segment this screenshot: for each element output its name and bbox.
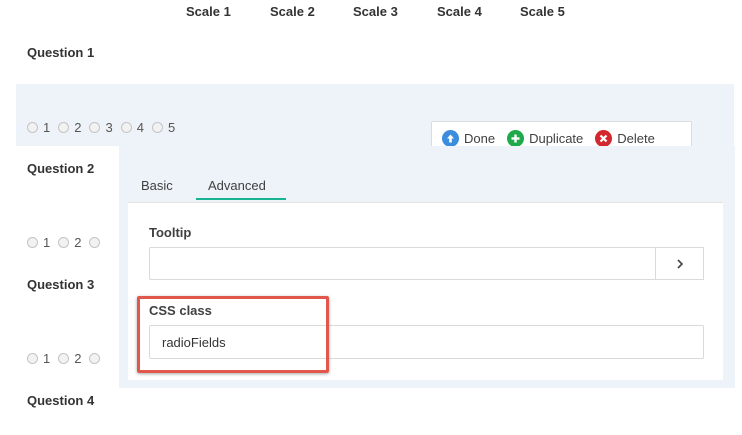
question-1-radio-group: 1 2 3 4 5 [27, 120, 183, 135]
radio-option[interactable]: 3 [89, 120, 116, 135]
radio-icon[interactable] [58, 353, 70, 364]
radio-icon[interactable] [58, 237, 70, 248]
radio-option[interactable]: 1 [27, 351, 54, 366]
radio-icon[interactable] [27, 122, 38, 133]
radio-icon[interactable] [89, 237, 101, 248]
question-3-radio-group: 1 2 [27, 351, 109, 366]
radio-option[interactable]: 2 [58, 120, 85, 135]
done-button[interactable]: Done [442, 130, 495, 147]
radio-option[interactable] [89, 353, 105, 364]
radio-icon[interactable] [27, 237, 38, 248]
radio-option[interactable]: 1 [27, 120, 54, 135]
radio-icon[interactable] [120, 122, 132, 133]
radio-icon[interactable] [89, 353, 101, 364]
radio-icon[interactable] [58, 122, 70, 133]
radio-option[interactable]: 5 [151, 120, 179, 135]
tooltip-input[interactable] [149, 247, 656, 280]
delete-label: Delete [617, 131, 655, 146]
done-label: Done [464, 131, 496, 146]
close-icon [595, 130, 613, 147]
delete-button[interactable]: Delete [595, 130, 655, 147]
radio-icon[interactable] [151, 122, 163, 133]
arrow-up-icon [442, 130, 459, 147]
question-1-label[interactable]: Question 1 [27, 45, 94, 60]
active-tab-indicator [196, 198, 286, 200]
duplicate-label: Duplicate [529, 131, 584, 146]
chevron-right-icon [676, 258, 683, 269]
radio-icon[interactable] [27, 353, 38, 364]
radio-option[interactable] [89, 237, 105, 248]
radio-option[interactable]: 1 [27, 235, 54, 250]
tab-basic[interactable]: Basic [141, 178, 173, 193]
tooltip-label: Tooltip [149, 225, 192, 240]
radio-option[interactable]: 2 [58, 351, 85, 366]
question-2-label[interactable]: Question 2 [27, 161, 94, 176]
annotation-highlight [137, 296, 329, 373]
radio-option[interactable]: 4 [120, 120, 148, 135]
duplicate-button[interactable]: Duplicate [507, 130, 583, 147]
radio-icon[interactable] [89, 122, 101, 133]
scale-header-5: Scale 5 [520, 4, 565, 19]
scale-header-3: Scale 3 [353, 4, 398, 19]
scale-header-1: Scale 1 [186, 4, 231, 19]
scale-header-4: Scale 4 [437, 4, 482, 19]
question-3-label[interactable]: Question 3 [27, 277, 94, 292]
question-4-label[interactable]: Question 4 [27, 393, 94, 408]
tooltip-expand-button[interactable] [655, 247, 704, 280]
plus-icon [507, 130, 525, 147]
survey-editor: Scale 1 Scale 2 Scale 3 Scale 4 Scale 5 … [0, 0, 742, 435]
tab-advanced[interactable]: Advanced [208, 178, 266, 199]
radio-option[interactable]: 2 [58, 235, 85, 250]
scale-header-2: Scale 2 [270, 4, 315, 19]
question-2-radio-group: 1 2 [27, 235, 109, 250]
